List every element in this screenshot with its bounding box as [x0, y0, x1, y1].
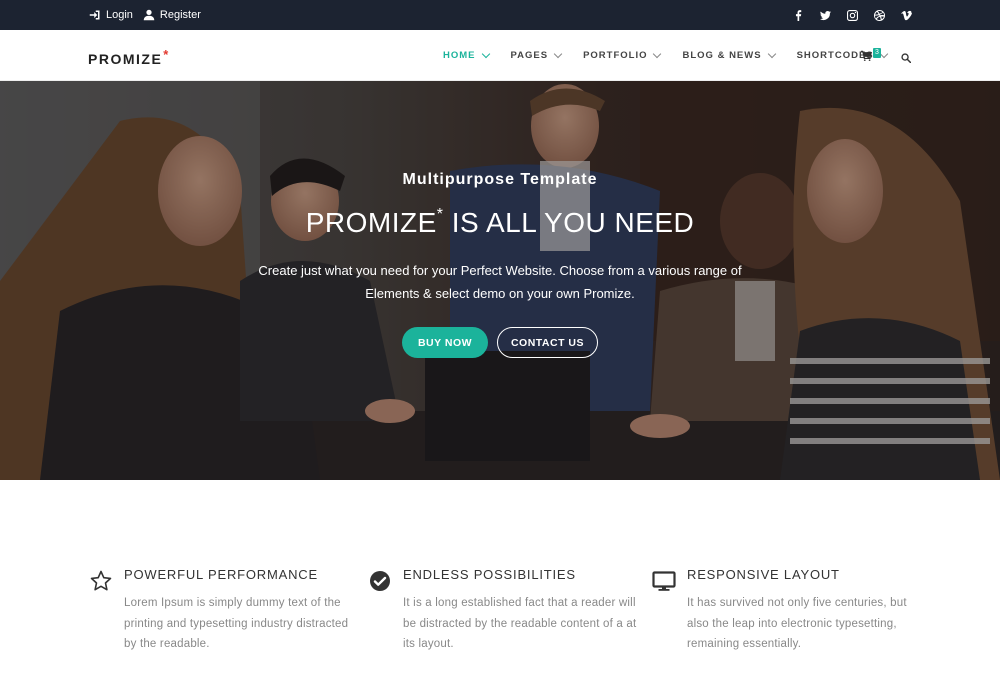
- feature-text: It has survived not only five centuries,…: [687, 597, 907, 650]
- hero-description: Create just what you need for your Perfe…: [258, 263, 742, 301]
- chevron-down-icon: [767, 49, 776, 58]
- logo-mark: *: [163, 47, 170, 62]
- chevron-down-icon: [481, 49, 490, 58]
- auth-links: Login Register: [89, 0, 201, 30]
- features-section: POWERFUL PERFORMANCE Lorem Ipsum is simp…: [0, 480, 1000, 690]
- menu-item-portfolio[interactable]: PORTFOLIO: [583, 49, 662, 61]
- social-links: [792, 0, 912, 30]
- sign-in-icon: [89, 10, 100, 20]
- contact-us-button[interactable]: CONTACT US: [497, 327, 598, 358]
- feature-title: POWERFUL PERFORMANCE: [124, 567, 318, 582]
- twitter-icon[interactable]: [819, 9, 831, 21]
- search-button[interactable]: [901, 50, 912, 64]
- register-label: Register: [159, 9, 201, 21]
- instagram-icon[interactable]: [846, 9, 858, 21]
- site-logo[interactable]: PROMIZE*: [88, 47, 170, 67]
- login-label: Login: [106, 9, 133, 21]
- dribbble-icon[interactable]: [873, 9, 885, 21]
- monitor-icon: [652, 571, 676, 591]
- menu-item-label: PORTFOLIO: [583, 50, 648, 61]
- vimeo-icon[interactable]: [900, 9, 912, 21]
- hero-buttons: BUY NOW CONTACT US: [0, 327, 1000, 358]
- logo-text: PROMIZE: [88, 51, 163, 67]
- feature-text: Lorem Ipsum is simply dummy text of the …: [124, 597, 349, 650]
- main-menu: HOME PAGES PORTFOLIO BLOG & NEWS SHORTCO…: [443, 30, 909, 81]
- menu-item-home[interactable]: HOME: [443, 49, 490, 61]
- user-icon: [143, 9, 155, 21]
- hero-subtitle: Multipurpose Template: [402, 171, 598, 188]
- buy-now-button[interactable]: BUY NOW: [402, 327, 488, 358]
- menu-item-label: PAGES: [510, 50, 549, 61]
- cart-button[interactable]: 3: [861, 48, 881, 61]
- feature-text: It is a long established fact that a rea…: [403, 597, 637, 650]
- hero-title-mark: *: [436, 205, 444, 223]
- hero-section: Multipurpose Template PROMIZE* IS ALL YO…: [0, 81, 1000, 480]
- shopping-cart-icon: [861, 50, 872, 61]
- menu-item-label: HOME: [443, 50, 476, 61]
- feature-title: RESPONSIVE LAYOUT: [687, 567, 840, 582]
- menu-item-blog-news[interactable]: BLOG & NEWS: [682, 49, 776, 61]
- hero-title-brand: PROMIZE: [305, 207, 437, 238]
- feature-title: ENDLESS POSSIBILITIES: [403, 567, 576, 582]
- top-bar: Login Register: [0, 0, 1000, 30]
- cart-count-badge: 3: [873, 48, 881, 58]
- check-circle-icon: [370, 571, 390, 591]
- hero-title-rest: IS ALL YOU NEED: [443, 207, 695, 238]
- facebook-icon[interactable]: [792, 9, 804, 21]
- register-link[interactable]: Register: [143, 9, 201, 21]
- menu-item-pages[interactable]: PAGES: [510, 49, 563, 61]
- chevron-down-icon: [553, 49, 563, 58]
- chevron-down-icon: [653, 49, 662, 58]
- main-navbar: PROMIZE* HOME PAGES PORTFOLIO BLOG & NEW…: [0, 30, 1000, 81]
- search-icon: [901, 53, 912, 64]
- star-icon: [90, 570, 112, 591]
- login-link[interactable]: Login: [89, 9, 133, 21]
- hero-title: PROMIZE* IS ALL YOU NEED: [0, 205, 1000, 239]
- menu-item-label: BLOG & NEWS: [682, 50, 762, 61]
